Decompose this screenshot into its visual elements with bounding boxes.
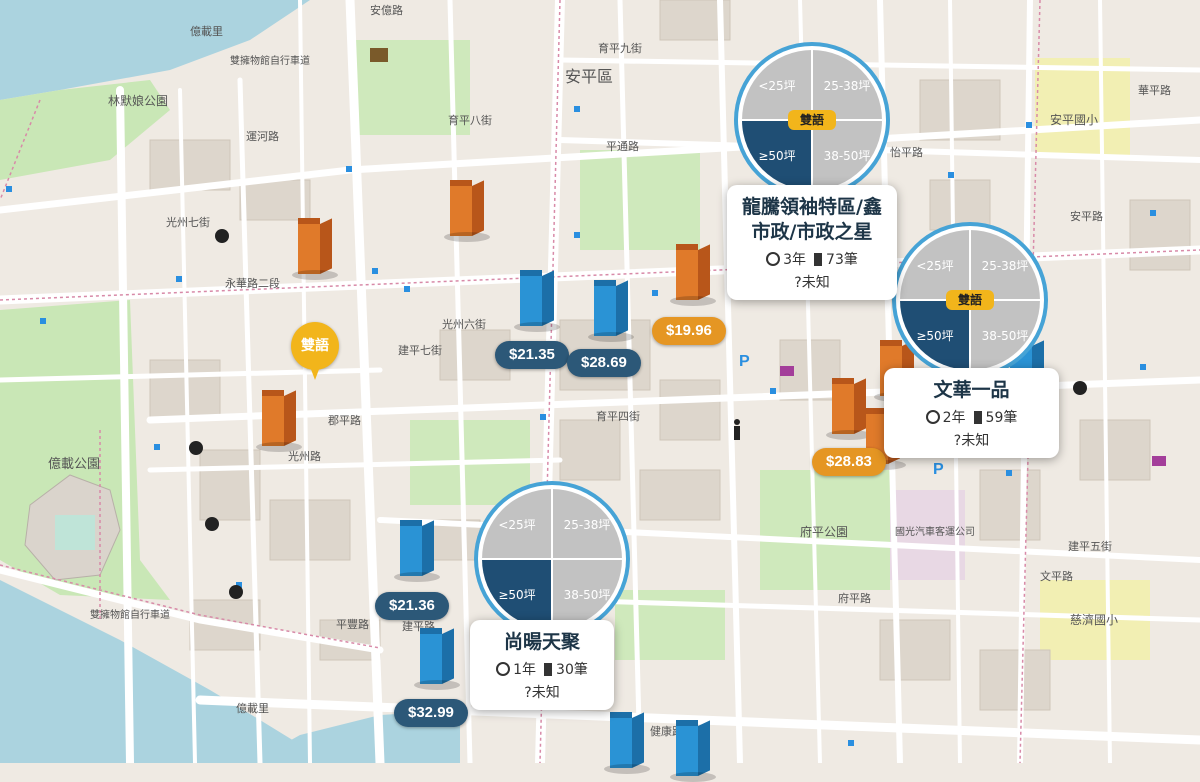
card-status-row: ?未知: [884, 430, 1059, 450]
card-meta: 1年 30筆: [470, 659, 614, 679]
label-anping-school: 安平國小: [1050, 112, 1098, 127]
card-status: 未知: [961, 433, 990, 449]
label-huaping-rd: 華平路: [1138, 84, 1171, 97]
label-jianping-7: 建平七街: [398, 343, 442, 357]
card-status: 未知: [531, 685, 560, 701]
label-ping-tong-rd: 平通路: [606, 140, 639, 153]
info-card-longteng[interactable]: 龍騰領袖特區/鑫市政/市政之星 3年 73筆 ?未知: [727, 185, 897, 300]
price-label-4[interactable]: $28.83: [812, 448, 886, 476]
label-lin-park: 林默娘公園: [108, 93, 168, 108]
parking-icon: P: [739, 353, 750, 370]
building-icon: [973, 411, 982, 424]
svg-text:P: P: [933, 461, 944, 478]
price-label-1[interactable]: $21.35: [495, 341, 569, 369]
label-yuping-4: 育平四街: [596, 409, 640, 423]
label-anping-district: 安平區: [565, 67, 613, 86]
label-yizai-li: 億載里: [190, 25, 223, 38]
info-icon: [734, 419, 740, 440]
question-icon: ?: [794, 275, 802, 291]
card-title: 尚暘天聚: [503, 631, 580, 653]
clock-icon: [766, 252, 781, 266]
existing-building-marker[interactable]: [394, 520, 440, 582]
existing-building-marker[interactable]: [588, 280, 634, 342]
building-icon: [814, 253, 823, 266]
label-fuping-rd: 府平路: [838, 591, 871, 605]
card-age: 1年: [513, 662, 537, 678]
card-count: 73筆: [826, 252, 858, 268]
label-yizai-li-2: 億載里: [236, 702, 269, 715]
label-fuping-park: 府平公園: [800, 524, 848, 539]
label-cide-school: 慈濟國小: [1070, 612, 1118, 627]
park-east: [1035, 58, 1130, 158]
card-title: 龍騰領袖特區/鑫市政/市政之星: [742, 196, 882, 243]
card-age: 2年: [942, 410, 966, 426]
existing-building-marker[interactable]: [514, 270, 560, 332]
card-count: 30筆: [556, 662, 588, 678]
label-bike-road-1: 雙擁物館自行車道: [230, 54, 310, 67]
label-bike-road-2: 雙擁物館自行車道: [90, 608, 170, 621]
price-label-5[interactable]: $21.36: [375, 592, 449, 620]
new-building-marker[interactable]: [292, 218, 338, 280]
card-title: 文華一品: [933, 379, 1010, 401]
new-building-marker[interactable]: [256, 390, 302, 452]
park-mid: [580, 150, 700, 250]
label-wenping-rd: 文平路: [1040, 569, 1073, 583]
label-ping-feng-rd: 平豐路: [336, 618, 369, 631]
label-yuping-9: 育平九街: [598, 41, 642, 55]
label-junping-rd: 郡平路: [328, 414, 361, 427]
card-status: 未知: [801, 275, 830, 291]
existing-building-marker[interactable]: [670, 720, 716, 782]
parking-icon-2: P: [933, 461, 944, 478]
price-label-2[interactable]: $28.69: [567, 349, 641, 377]
existing-building-marker[interactable]: [414, 628, 460, 690]
label-guangzhou-6: 光州六街: [442, 317, 486, 331]
harbour-water: [0, 0, 310, 100]
existing-building-marker[interactable]: [604, 712, 650, 774]
canal-water: [0, 580, 330, 763]
info-card-shangyang[interactable]: 尚暘天聚 1年 30筆 ?未知: [470, 620, 614, 710]
label-anyi-rd: 安億路: [370, 3, 403, 17]
price-label-6[interactable]: $32.99: [394, 699, 468, 727]
label-yunhe-rd: 運河路: [246, 130, 279, 143]
bilingual-school-pin[interactable]: 雙語: [291, 322, 339, 380]
museum-icon: [370, 48, 388, 62]
card-status-row: ?未知: [727, 272, 897, 292]
label-guangzhou-rd: 光州路: [288, 449, 321, 463]
question-icon: ?: [524, 685, 532, 701]
svg-text:P: P: [739, 353, 750, 370]
new-building-marker[interactable]: [444, 180, 490, 242]
label-yiping-rd: 怡平路: [890, 145, 923, 159]
card-count: 59筆: [985, 410, 1018, 426]
label-yuping-8: 育平八街: [448, 113, 492, 127]
pie-badge-bilingual: 雙語: [788, 110, 836, 130]
card-meta: 3年 73筆: [727, 249, 897, 269]
building-icon: [544, 663, 553, 676]
card-meta: 2年 59筆: [884, 407, 1059, 427]
new-building-marker[interactable]: [670, 244, 716, 306]
label-jianping-5: 建平五街: [1068, 539, 1112, 553]
label-bus-company: 國光汽車客運公司: [895, 525, 975, 538]
area-pie-longteng[interactable]: <25坪 25-38坪 ≥50坪 38-50坪 雙語: [738, 46, 886, 194]
area-pie-wenhua[interactable]: <25坪 25-38坪 ≥50坪 38-50坪 雙語: [896, 226, 1044, 374]
area-pie-shangyang[interactable]: <25坪 25-38坪 ≥50坪 38-50坪: [478, 485, 626, 633]
card-age: 3年: [783, 252, 807, 268]
clock-icon: [925, 410, 940, 424]
pie-badge-bilingual: 雙語: [946, 290, 994, 310]
price-label-3[interactable]: $19.96: [652, 317, 726, 345]
new-building-marker[interactable]: [826, 378, 872, 440]
card-status-row: ?未知: [470, 682, 614, 702]
clock-icon: [496, 662, 511, 676]
label-anping-rd: 安平路: [1070, 209, 1103, 223]
info-card-wenhua[interactable]: 文華一品 2年 59筆 ?未知: [884, 368, 1059, 458]
label-guangzhou-7: 光州七街: [166, 215, 210, 229]
label-yizai-park: 億載公園: [48, 456, 100, 472]
label-yonghua-rd: 永華路二段: [225, 276, 280, 290]
